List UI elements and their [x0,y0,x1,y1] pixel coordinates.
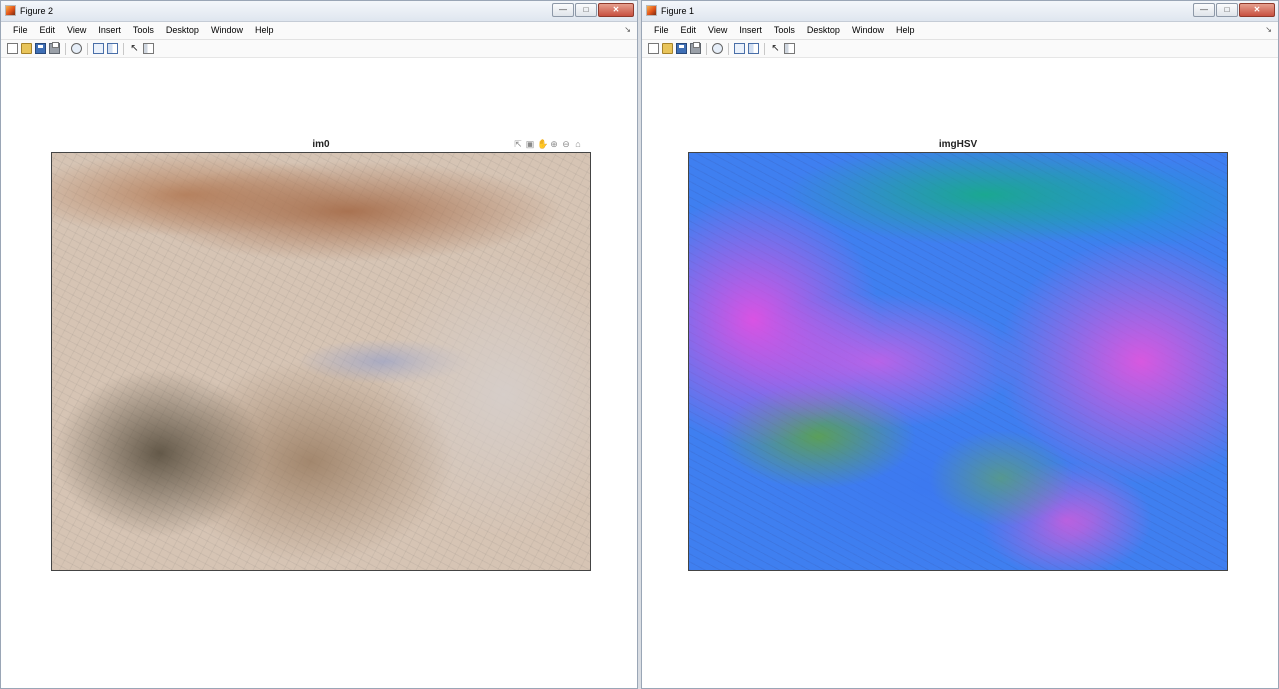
menu-desktop[interactable]: Desktop [801,22,846,39]
print-icon[interactable] [49,42,60,54]
zoom-figure-icon[interactable] [71,43,82,54]
toolbar-separator [123,42,124,55]
menu-tools[interactable]: Tools [768,22,801,39]
maximize-button[interactable]: □ [1216,3,1238,17]
menu-file[interactable]: File [7,22,34,39]
window-title: Figure 2 [20,6,54,16]
menu-bar: File Edit View Insert Tools Desktop Wind… [1,22,637,40]
print-icon[interactable] [690,42,701,54]
toolbar-separator [87,42,88,55]
window-controls: — □ ✕ [552,3,634,17]
edit-plot-arrow-icon[interactable]: ↖ [129,43,140,54]
dock-arrow-icon[interactable]: ↘ [624,25,631,34]
axes-toolbar: ⇱ ▣ ✋ ⊕ ⊖ ⌂ [513,139,583,149]
zoom-figure-icon[interactable] [712,43,723,54]
home-icon[interactable]: ⌂ [573,139,583,149]
save-icon[interactable] [35,43,46,54]
toolbar-separator [764,42,765,55]
toolbar-separator [706,42,707,55]
menu-tools[interactable]: Tools [127,22,160,39]
matlab-logo-icon [646,5,657,16]
window-title: Figure 1 [661,6,695,16]
minimize-button[interactable]: — [1193,3,1215,17]
minimize-button[interactable]: — [552,3,574,17]
zoom-out-icon[interactable]: ⊖ [561,139,571,149]
axes-title: im0 [312,139,330,150]
figure-1-window: Figure 1 — □ ✕ File Edit View Insert Too… [641,0,1279,689]
menu-edit[interactable]: Edit [675,22,703,39]
save-icon[interactable] [676,43,687,54]
axes-title: imgHSV [938,139,978,150]
open-icon[interactable] [21,43,32,54]
close-button[interactable]: ✕ [598,3,634,17]
window-titlebar[interactable]: Figure 1 — □ ✕ [642,1,1278,22]
figure-toolbar: ↖ [642,40,1278,58]
menu-window[interactable]: Window [205,22,249,39]
plot-browser-icon[interactable] [143,43,154,54]
menu-insert[interactable]: Insert [733,22,768,39]
window-controls: — □ ✕ [1193,3,1275,17]
matlab-logo-icon [5,5,16,16]
hsv-image-axes[interactable] [688,152,1228,571]
link-plot-icon[interactable] [93,43,104,54]
menu-help[interactable]: Help [249,22,280,39]
toolbar-separator [728,42,729,55]
insert-colorbar-icon[interactable] [107,43,118,54]
plot-browser-icon[interactable] [784,43,795,54]
open-icon[interactable] [662,43,673,54]
menu-edit[interactable]: Edit [34,22,62,39]
insert-colorbar-icon[interactable] [748,43,759,54]
menu-view[interactable]: View [61,22,92,39]
brush-icon[interactable]: ▣ [525,139,535,149]
menu-window[interactable]: Window [846,22,890,39]
new-figure-icon[interactable] [648,43,659,54]
menu-insert[interactable]: Insert [92,22,127,39]
window-titlebar[interactable]: Figure 2 — □ ✕ [1,1,637,22]
new-figure-icon[interactable] [7,43,18,54]
satellite-image-axes[interactable] [51,152,591,571]
edit-plot-arrow-icon[interactable]: ↖ [770,43,781,54]
figure-2-window: Figure 2 — □ ✕ File Edit View Insert Too… [0,0,638,689]
dock-arrow-icon[interactable]: ↘ [1265,25,1272,34]
menu-bar: File Edit View Insert Tools Desktop Wind… [642,22,1278,40]
close-button[interactable]: ✕ [1239,3,1275,17]
link-plot-icon[interactable] [734,43,745,54]
menu-desktop[interactable]: Desktop [160,22,205,39]
toolbar-separator [65,42,66,55]
maximize-button[interactable]: □ [575,3,597,17]
menu-view[interactable]: View [702,22,733,39]
export-icon[interactable]: ⇱ [513,139,523,149]
figure-toolbar: ↖ [1,40,637,58]
pan-icon[interactable]: ✋ [537,139,548,149]
menu-file[interactable]: File [648,22,675,39]
zoom-in-icon[interactable]: ⊕ [549,139,559,149]
menu-help[interactable]: Help [890,22,921,39]
